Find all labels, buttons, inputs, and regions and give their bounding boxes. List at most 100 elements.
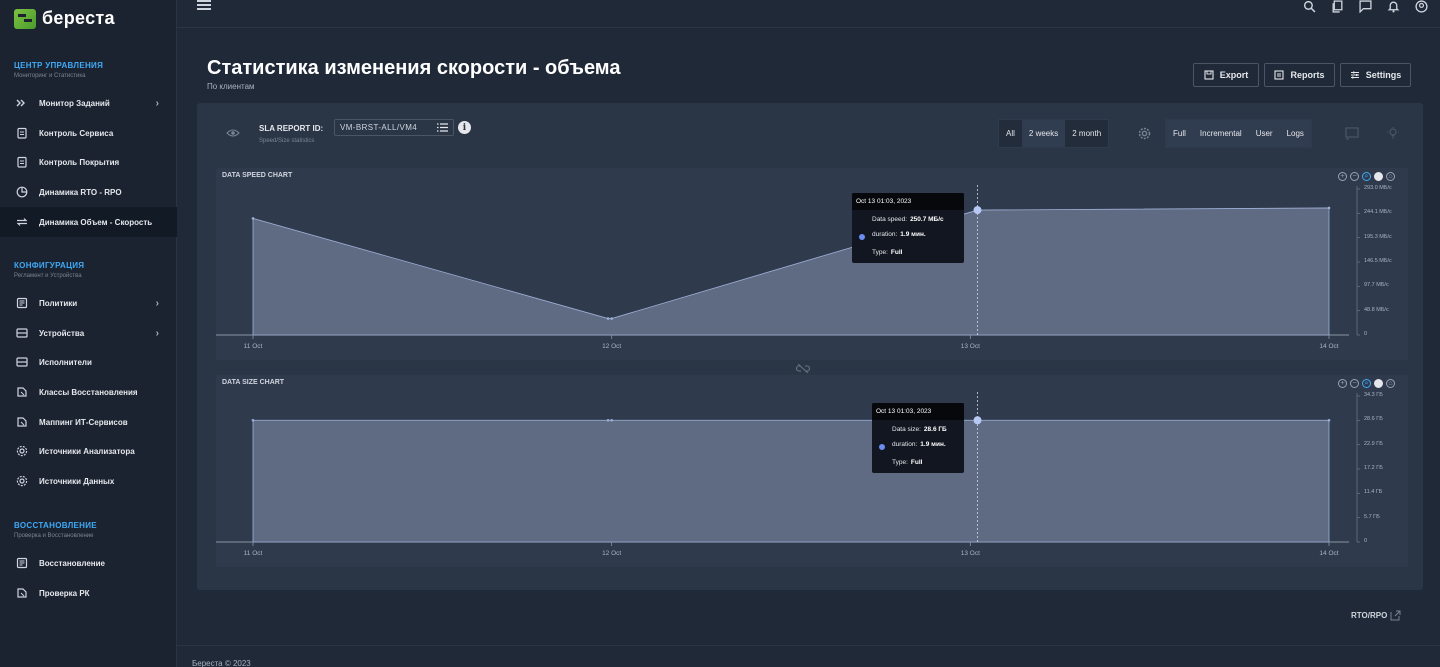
size-chart-plot[interactable] xyxy=(216,375,1408,567)
data-point[interactable] xyxy=(606,418,610,422)
double-chevron-icon xyxy=(15,96,29,110)
tooltip-label: duration: xyxy=(892,441,918,448)
sidebar-item-label: Исполнители xyxy=(39,357,92,367)
tooltip-value: 250.7 МБ/с xyxy=(910,216,944,223)
size-chart-tooltip: Oct 13 01:03, 2023 Data size: 28.6 ГБ dur… xyxy=(872,403,964,473)
sla-report-select[interactable]: VM-BRST-ALL/VM4 xyxy=(334,119,454,136)
gear-icon xyxy=(15,444,29,458)
export-button[interactable]: Export xyxy=(1193,63,1259,87)
sidebar-item-label: Устройства xyxy=(39,328,85,338)
x-tick-label: 11 Oct xyxy=(243,343,263,350)
x-tick-label: 13 Oct xyxy=(960,550,980,557)
period-selector: All 2 weeks 2 month xyxy=(998,119,1110,148)
settings-label: Settings xyxy=(1365,70,1402,80)
lightbulb-icon[interactable] xyxy=(1386,127,1400,140)
y-tick-label: 48.8 МБ/с xyxy=(1364,306,1389,313)
gear-icon[interactable] xyxy=(1138,127,1151,140)
section-title-recovery: ВОССТАНОВЛЕНИЕ xyxy=(14,521,97,530)
search-icon[interactable] xyxy=(1302,0,1316,13)
sidebar-item-devices[interactable]: Устройства › xyxy=(0,318,177,348)
sidebar-item-recovery-classes[interactable]: Классы Восстановления xyxy=(0,377,177,407)
user-avatar-icon[interactable] xyxy=(1414,0,1428,13)
data-point[interactable] xyxy=(1327,206,1331,210)
sidebar-item-label: Классы Восстановления xyxy=(39,387,138,397)
sidebar-item-coverage-control[interactable]: Контроль Покрытия xyxy=(0,147,177,177)
sidebar: береста ЦЕНТР УПРАВЛЕНИЯ Мониторинг и Ст… xyxy=(0,0,177,667)
tooltip-label: Type: xyxy=(892,459,908,466)
external-link-icon xyxy=(1390,610,1401,621)
data-point[interactable] xyxy=(606,317,610,320)
data-point[interactable] xyxy=(610,317,613,320)
sidebar-item-job-monitor[interactable]: Монитор Заданий › xyxy=(0,88,177,118)
period-option-2-month[interactable]: 2 month xyxy=(1065,120,1108,147)
y-tick-label: 34.3 ГБ xyxy=(1364,392,1383,398)
export-label: Export xyxy=(1219,70,1249,80)
save-icon xyxy=(1204,70,1214,80)
clipboard-icon xyxy=(15,126,29,140)
eye-icon[interactable] xyxy=(226,128,240,138)
reports-button[interactable]: Reports xyxy=(1264,63,1335,87)
tooltip-label: Data size: xyxy=(892,426,921,433)
list-icon xyxy=(437,123,448,132)
report-icon xyxy=(1274,70,1285,80)
sidebar-item-it-mapping[interactable]: Маппинг ИТ-Сервисов xyxy=(0,407,177,437)
sla-report-label: SLA REPORT ID: xyxy=(259,124,324,133)
y-tick-label: 97.7 МБ/с xyxy=(1364,282,1389,289)
type-option-incremental[interactable]: Incremental xyxy=(1192,120,1249,147)
settings-button[interactable]: Settings xyxy=(1340,63,1411,87)
type-option-logs[interactable]: Logs xyxy=(1279,120,1311,147)
series-dot-icon xyxy=(859,234,865,240)
data-point[interactable] xyxy=(1327,418,1331,422)
sidebar-item-restore[interactable]: Восстановление xyxy=(0,548,177,578)
series-area[interactable] xyxy=(252,419,1330,543)
speed-chart-plot[interactable] xyxy=(216,168,1408,360)
type-option-full[interactable]: Full xyxy=(1166,120,1193,147)
sidebar-item-label: Источники Анализатора xyxy=(39,446,135,456)
data-point[interactable] xyxy=(610,418,613,422)
sidebar-item-executors[interactable]: Исполнители xyxy=(0,347,177,377)
sidebar-item-backup-check[interactable]: Проверка РК xyxy=(0,578,177,608)
speed-chart-tooltip: Oct 13 01:03, 2023 Data speed: 250.7 МБ/с… xyxy=(852,193,964,263)
period-option-2-weeks[interactable]: 2 weeks xyxy=(1021,120,1066,147)
rto-rpo-link[interactable]: RTO/RPO xyxy=(1351,610,1401,621)
footer-divider xyxy=(177,645,1440,646)
x-tick-label: 14 Oct xyxy=(1319,550,1339,557)
sidebar-item-analyzer-sources[interactable]: Источники Анализатора xyxy=(0,436,177,466)
logo[interactable]: береста xyxy=(14,8,115,29)
page-subtitle: По клиентам xyxy=(207,82,255,91)
transfer-icon xyxy=(15,215,29,229)
x-tick-label: 11 Oct xyxy=(243,550,263,557)
sidebar-item-label: Монитор Заданий xyxy=(39,98,110,108)
data-point[interactable] xyxy=(251,217,255,220)
sidebar-item-data-sources[interactable]: Источники Данных xyxy=(0,466,177,496)
y-tick-label: 22.9 ГБ xyxy=(1364,440,1383,447)
x-tick-label: 13 Oct xyxy=(960,343,980,350)
tooltip-value: Full xyxy=(910,459,923,466)
info-icon[interactable]: i xyxy=(458,121,471,134)
bell-icon[interactable] xyxy=(1386,0,1400,13)
menu-icon[interactable] xyxy=(197,0,211,12)
highlighted-point[interactable] xyxy=(973,416,982,425)
series-area[interactable] xyxy=(252,207,1330,336)
y-tick-label: 293.0 МБ/с xyxy=(1364,185,1392,191)
stack-icon xyxy=(15,385,29,399)
pie-chart-icon xyxy=(15,185,29,199)
documents-icon[interactable] xyxy=(1330,0,1344,13)
highlighted-point[interactable] xyxy=(973,206,982,215)
sidebar-item-service-control[interactable]: Контроль Сервиса xyxy=(0,118,177,148)
data-point[interactable] xyxy=(251,418,255,422)
cast-icon[interactable] xyxy=(1345,127,1359,140)
chat-icon[interactable] xyxy=(1358,0,1372,13)
tooltip-label: Type: xyxy=(872,249,888,256)
link-off-icon[interactable] xyxy=(796,364,810,373)
stack-icon xyxy=(15,415,29,429)
y-tick-label: 28.6 ГБ xyxy=(1364,416,1383,423)
backup-type-selector: Full Incremental User Logs xyxy=(1165,119,1312,148)
series-dot-icon xyxy=(879,444,885,450)
type-option-user[interactable]: User xyxy=(1248,120,1280,147)
sidebar-item-policies[interactable]: Политики › xyxy=(0,288,177,318)
sidebar-item-label: Источники Данных xyxy=(39,476,115,486)
sidebar-item-rto-rpo[interactable]: Динамика RTO - RPO xyxy=(0,177,177,207)
period-option-all[interactable]: All xyxy=(999,120,1022,147)
sidebar-item-volume-speed[interactable]: Динамика Объем - Скорость xyxy=(0,207,177,237)
